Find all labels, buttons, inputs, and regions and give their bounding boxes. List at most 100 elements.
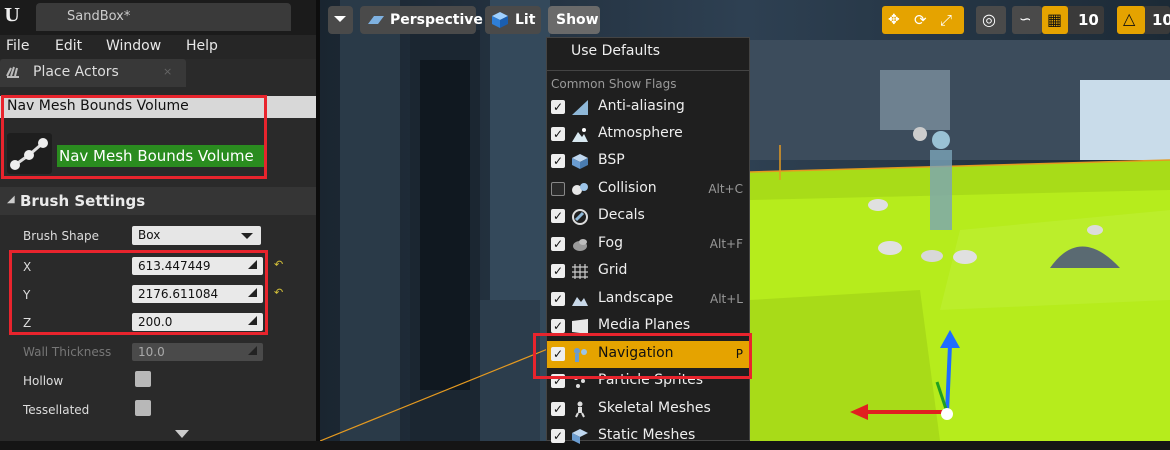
annotation-box-xyz xyxy=(9,250,268,335)
show-menu: Use Defaults Common Show Flags ✓ Anti-al… xyxy=(546,37,750,444)
checkbox-checked-icon[interactable]: ✓ xyxy=(551,402,565,416)
perspective-button[interactable]: Perspective xyxy=(360,6,483,34)
item-label: Atmosphere xyxy=(598,125,683,141)
rotation-snap-control[interactable]: △ 10 xyxy=(1117,6,1170,34)
show-flag-collision[interactable]: Collision Alt+C xyxy=(547,176,749,203)
show-flag-landscape[interactable]: ✓ Landscape Alt+L xyxy=(547,286,749,313)
menu-bar: File Edit Window Help xyxy=(0,35,316,59)
surface-snap-button[interactable]: ∽ xyxy=(1012,6,1042,34)
checkbox-unchecked-icon[interactable] xyxy=(551,182,565,196)
expand-arrow-icon[interactable] xyxy=(175,430,189,438)
hollow-checkbox[interactable] xyxy=(135,371,151,387)
move-tool-icon[interactable]: ✥ xyxy=(888,12,900,28)
show-flag-atmosphere[interactable]: ✓ Atmosphere xyxy=(547,121,749,148)
bsp-cube-icon xyxy=(572,154,588,169)
tab-place-actors[interactable]: Place Actors × xyxy=(0,59,186,87)
chevron-down-icon xyxy=(241,233,253,239)
grid-snap-toggle[interactable]: ▦ xyxy=(1042,6,1068,34)
lit-label: Lit xyxy=(515,12,536,28)
view-mode-lit-button[interactable]: Lit xyxy=(485,6,541,34)
tab-title: SandBox* xyxy=(67,9,131,24)
surface-snap-icon: ∽ xyxy=(1019,10,1032,28)
show-flag-skeletal-meshes[interactable]: ✓ Skeletal Meshes xyxy=(547,396,749,423)
menu-category-label: Common Show Flags xyxy=(551,77,677,91)
scale-tool-icon[interactable]: ⤢ xyxy=(940,11,952,29)
show-flag-fog[interactable]: ✓ Fog Alt+F xyxy=(547,231,749,258)
hollow-label: Hollow xyxy=(23,374,64,388)
show-flag-static-meshes[interactable]: ✓ Static Meshes xyxy=(547,423,749,450)
annotation-box-navigation xyxy=(533,333,752,379)
title-bar: U SandBox* xyxy=(0,0,316,35)
skeletal-mesh-icon xyxy=(575,401,585,418)
wall-thickness-field: 10.0 xyxy=(132,343,263,361)
anti-aliasing-icon xyxy=(572,100,588,115)
rotate-tool-icon[interactable]: ⟳ xyxy=(914,11,927,29)
item-label: Decals xyxy=(598,207,645,223)
checkbox-checked-icon[interactable]: ✓ xyxy=(551,209,565,223)
section-title: Brush Settings xyxy=(20,192,146,210)
resize-grip-icon xyxy=(248,346,257,355)
item-shortcut: Alt+L xyxy=(710,292,743,306)
checkbox-checked-icon[interactable]: ✓ xyxy=(551,127,565,141)
grid-snap-control[interactable]: ▦ 10 xyxy=(1042,6,1104,34)
checkbox-checked-icon[interactable]: ✓ xyxy=(551,319,565,333)
landscape-icon xyxy=(572,297,588,306)
item-shortcut: Alt+C xyxy=(708,182,743,196)
show-label: Show xyxy=(556,12,599,28)
checkbox-checked-icon[interactable]: ✓ xyxy=(551,100,565,114)
menu-help[interactable]: Help xyxy=(186,38,218,54)
wall-thickness-value: 10.0 xyxy=(138,345,165,359)
show-flag-decals[interactable]: ✓ Decals xyxy=(547,203,749,230)
menu-divider xyxy=(547,70,749,71)
fog-icon xyxy=(573,239,587,251)
show-flag-grid[interactable]: ✓ Grid xyxy=(547,258,749,285)
atmosphere-icon xyxy=(572,128,588,142)
grid-snap-value: 10 xyxy=(1078,11,1099,29)
menu-window[interactable]: Window xyxy=(106,38,161,54)
checkbox-checked-icon[interactable]: ✓ xyxy=(551,264,565,278)
close-icon[interactable]: × xyxy=(163,65,172,78)
unreal-logo: U xyxy=(4,5,20,26)
item-shortcut: Alt+F xyxy=(709,237,743,251)
brush-shape-label: Brush Shape xyxy=(23,229,100,243)
item-label: Collision xyxy=(598,180,657,196)
show-flag-anti-aliasing[interactable]: ✓ Anti-aliasing xyxy=(547,94,749,121)
panel-tab-label: Place Actors xyxy=(33,64,119,80)
item-label: Skeletal Meshes xyxy=(598,400,711,416)
brush-shape-dropdown[interactable]: Box xyxy=(132,226,261,245)
item-label: Media Planes xyxy=(598,317,691,333)
tab-sandbox[interactable]: SandBox* xyxy=(36,3,291,31)
use-defaults-item[interactable]: Use Defaults xyxy=(571,43,660,59)
checkbox-checked-icon[interactable]: ✓ xyxy=(551,292,565,306)
tessellated-checkbox[interactable] xyxy=(135,400,151,416)
annotation-box-actor xyxy=(1,95,267,179)
grid-icon: ▦ xyxy=(1047,10,1063,29)
place-actors-icon xyxy=(5,64,25,84)
item-label: Grid xyxy=(598,262,628,278)
menu-file[interactable]: File xyxy=(6,38,29,54)
rotation-snap-toggle[interactable]: △ xyxy=(1117,6,1145,34)
checkbox-checked-icon[interactable]: ✓ xyxy=(551,154,565,168)
viewport-options-button[interactable] xyxy=(328,6,353,34)
reset-to-default-icon[interactable]: ↶ xyxy=(274,258,283,271)
perspective-label: Perspective xyxy=(390,12,483,28)
collision-icon xyxy=(572,183,588,195)
show-button[interactable]: Show xyxy=(548,6,600,34)
globe-icon: ◎ xyxy=(982,10,996,29)
reset-to-default-icon[interactable]: ↶ xyxy=(274,286,283,299)
item-label: Fog xyxy=(598,235,624,251)
item-label: Anti-aliasing xyxy=(598,98,685,114)
brush-shape-value: Box xyxy=(138,228,161,242)
item-label: Landscape xyxy=(598,290,674,306)
section-brush-settings[interactable]: ◢ Brush Settings xyxy=(0,187,316,215)
show-flag-bsp[interactable]: ✓ BSP xyxy=(547,148,749,175)
static-mesh-icon xyxy=(572,429,588,444)
menu-edit[interactable]: Edit xyxy=(55,38,82,54)
lit-cube-icon xyxy=(491,11,509,33)
checkbox-checked-icon[interactable]: ✓ xyxy=(551,237,565,251)
item-label: BSP xyxy=(598,152,625,168)
angle-icon: △ xyxy=(1123,9,1136,28)
grid-icon xyxy=(572,264,588,279)
world-local-button[interactable]: ◎ xyxy=(976,6,1006,34)
transform-tools: ✥ ⟳ ⤢ xyxy=(882,6,964,34)
